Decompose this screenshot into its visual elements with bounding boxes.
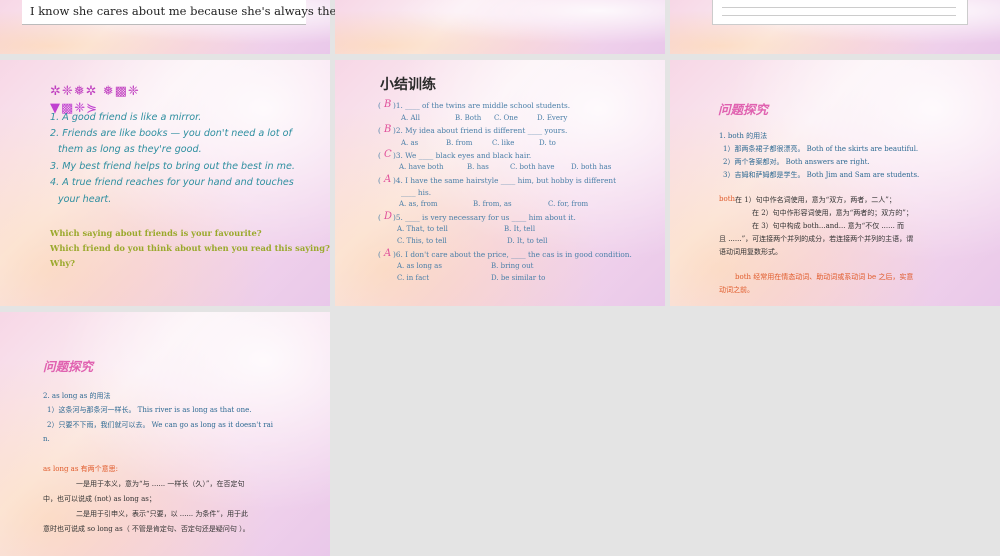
- exercise-answer: B: [384, 124, 392, 135]
- exercise-option: D. to: [539, 139, 556, 147]
- exercise-option: A. That, to tell: [397, 225, 448, 233]
- exercise-paren: (: [378, 176, 381, 185]
- exercise-paren: (: [378, 126, 381, 135]
- exercise-option: C. like: [492, 139, 515, 147]
- exercise-question: ____ his.: [401, 188, 432, 197]
- discussion-question: Which saying about friends is your favou…: [50, 228, 262, 238]
- exercise-option: C. in fact: [397, 274, 430, 282]
- example-line: 3）吉姆和萨姆都是学生。 Both Jim and Sam are studen…: [723, 171, 920, 179]
- saying-line: 1. A good friend is like a mirror.: [50, 112, 202, 123]
- usage-line: 在 3）句中构成 both...and... 意为“不仅 ...... 而: [752, 222, 905, 230]
- meaning-title: as long as 有两个意思:: [43, 465, 119, 473]
- slide6-title: 问题探究: [718, 102, 769, 117]
- slide7-title: 问题探究: [43, 359, 94, 374]
- exercise-option: C. One: [494, 114, 518, 122]
- exercise-question: )3. We ____ black eyes and black hair.: [393, 151, 532, 160]
- slide7-heading: 2. as long as 的用法: [43, 392, 111, 400]
- meaning-line: 一是用于本义，意为“与 ...... 一样长（久）”，在否定句: [76, 480, 245, 488]
- exercise-paren: (: [378, 151, 381, 160]
- exercise-question: )6. I don't care about the price, ____ t…: [393, 250, 632, 259]
- saying-line: your heart.: [58, 194, 112, 205]
- exercise-option: A. as, from: [399, 200, 438, 208]
- exercise-option: B. has: [467, 163, 489, 171]
- usage-line: 在 2）句中作形容词使用，意为“两者的；双方的”；: [752, 209, 913, 217]
- note-line: both 经常用在情态动词、助动词或系动词 be 之后，实意: [735, 273, 914, 281]
- slide3-card: [712, 0, 968, 25]
- exercise-option: B. It, tell: [504, 225, 536, 233]
- exercise-option: C. This, to tell: [397, 237, 447, 245]
- usage-line: 语动词用复数形式。: [719, 248, 782, 256]
- slide3-card-line: [722, 7, 956, 8]
- usage-keyword: both: [719, 195, 736, 203]
- exercise-option: D. It, to tell: [507, 237, 548, 245]
- exercise-option: C. for, from: [548, 200, 589, 208]
- exercise-answer: D: [384, 211, 393, 222]
- meaning-line: 中，也可以说成 (not) as long as；: [43, 495, 156, 503]
- example-line: 1）这条河与那条河一样长。 This river is as long as t…: [47, 406, 252, 414]
- exercise-option: B. bring out: [491, 262, 534, 270]
- meaning-line: 意时也可说成 so long as（ 不管是肯定句、否定句还是疑问句 ）。: [43, 525, 250, 533]
- slide-thumbnail-7[interactable]: [0, 312, 330, 556]
- exercise-answer: A: [384, 248, 392, 259]
- example-line: n.: [43, 435, 50, 443]
- example-line: 2）只要不下雨，我们就可以去。 We can go as long as it …: [47, 421, 274, 429]
- exercise-answer: A: [384, 174, 392, 185]
- saying-line: 4. A true friend reaches for your hand a…: [50, 177, 294, 188]
- usage-line: 在 1）句中作名词使用，意为“双方，两者，二人”；: [735, 196, 896, 204]
- exercise-option: B. from: [446, 139, 473, 147]
- discussion-question: Which friend do you think about when you…: [50, 243, 330, 253]
- exercise-question: )1. ____ of the twins are middle school …: [393, 101, 571, 110]
- slide4-decoration: ✲❈❅✲ ❅▩❈: [50, 84, 140, 99]
- exercise-option: C. both have: [510, 163, 555, 171]
- exercise-option: D. be similar to: [491, 274, 546, 282]
- exercise-option: A. All: [401, 114, 421, 122]
- meaning-line: 二是用于引申义，表示“只要，以 ...... 为条件”，用于此: [76, 510, 248, 518]
- slide5-title: 小结训练: [380, 77, 436, 93]
- exercise-paren: (: [378, 213, 381, 222]
- exercise-answer: B: [384, 99, 392, 110]
- example-line: 2）两个答案都对。 Both answers are right.: [723, 158, 870, 166]
- exercise-option: A. have both: [399, 163, 444, 171]
- exercise-option: B. from, as: [473, 200, 512, 208]
- slide-thumbnail-2[interactable]: [335, 0, 665, 54]
- exercise-option: B. Both: [455, 114, 482, 122]
- exercise-question: )2. My idea about friend is different __…: [393, 126, 568, 135]
- usage-line: 且 ......”，可连接两个并列的成分，若连接两个并列的主语，谓: [719, 235, 914, 243]
- saying-line: 2. Friends are like books — you don't ne…: [50, 128, 292, 139]
- exercise-option: A. as: [401, 139, 419, 147]
- exercise-question: )5. ____ is very necessary for us ____ h…: [393, 213, 576, 222]
- exercise-answer: C: [384, 149, 392, 160]
- saying-line: them as long as they're good.: [58, 144, 202, 155]
- exercise-paren: (: [378, 250, 381, 259]
- exercise-option: D. Every: [537, 114, 568, 122]
- discussion-question: Why?: [50, 258, 76, 268]
- slide6-heading: 1. both 的用法: [719, 132, 768, 140]
- exercise-question: )4. I have the same hairstyle ____ him, …: [393, 176, 617, 185]
- note-line: 动词之前。: [719, 286, 754, 294]
- exercise-paren: (: [378, 101, 381, 110]
- saying-line: 3. My best friend helps to bring out the…: [50, 161, 295, 172]
- slide-thumbnail-6[interactable]: [670, 60, 1000, 306]
- example-line: 1）那两条裙子都很漂亮。 Both of the skirts are beau…: [723, 145, 919, 153]
- slide3-card-line: [722, 15, 956, 16]
- exercise-option: D. both has: [571, 163, 612, 171]
- exercise-option: A. as long as: [397, 262, 442, 270]
